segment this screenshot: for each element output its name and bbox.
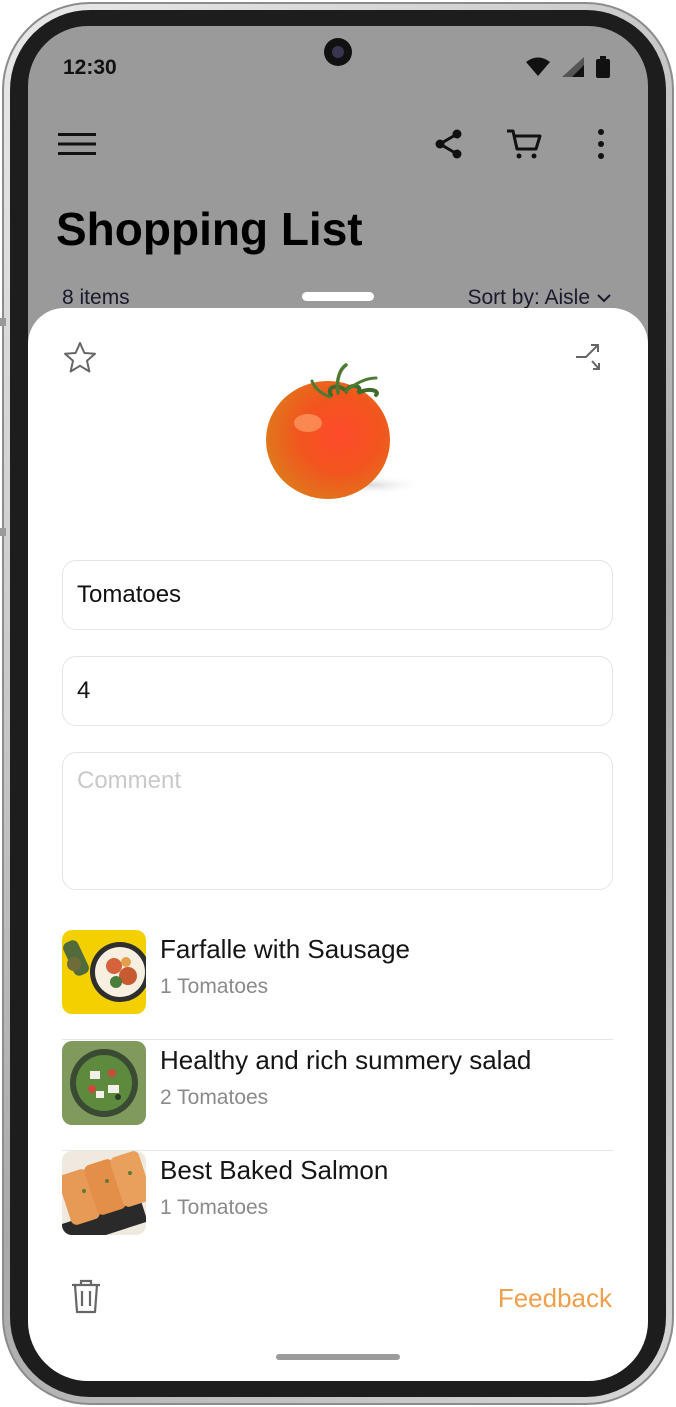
- recipe-list-item[interactable]: Best Baked Salmon 1 Tomatoes: [62, 1151, 613, 1261]
- sort-dropdown[interactable]: Sort by: Aisle: [467, 286, 612, 310]
- recipe-subtitle: 2 Tomatoes: [160, 1086, 269, 1109]
- move-item-icon[interactable]: [574, 340, 614, 380]
- sort-label: Sort by: Aisle: [467, 286, 590, 309]
- recipe-text: Best Baked Salmon 1 Tomatoes: [160, 1151, 388, 1220]
- recipe-subtitle: 1 Tomatoes: [160, 975, 269, 998]
- battery-icon: [596, 56, 610, 78]
- recipe-text: Farfalle with Sausage 1 Tomatoes: [160, 930, 410, 999]
- recipe-text: Healthy and rich summery salad 2 Tomatoe…: [160, 1041, 531, 1110]
- sheet-drag-handle[interactable]: [302, 292, 374, 301]
- screen: 12:30 Shopping List 8 items Sort by: Ais…: [28, 26, 648, 1381]
- recipe-title: Healthy and rich summery salad: [160, 1045, 532, 1075]
- tomato-image: [266, 353, 436, 503]
- share-icon[interactable]: [429, 124, 469, 164]
- item-count: 8 items: [62, 286, 130, 309]
- page-title: Shopping List: [56, 203, 363, 255]
- favorite-star-icon[interactable]: [62, 340, 102, 380]
- recipe-list-item[interactable]: Farfalle with Sausage 1 Tomatoes: [62, 930, 613, 1040]
- wifi-icon: [526, 57, 550, 76]
- feedback-link[interactable]: Feedback: [498, 1283, 612, 1314]
- cart-icon[interactable]: [504, 124, 544, 164]
- recipe-thumbnail: [62, 1041, 146, 1125]
- recipe-title: Best Baked Salmon: [160, 1155, 389, 1185]
- quantity-field[interactable]: [62, 656, 613, 726]
- side-button: [0, 318, 6, 326]
- recipe-thumbnail: [62, 930, 146, 1014]
- chevron-down-icon: [597, 294, 611, 303]
- front-camera: [324, 38, 352, 66]
- signal-icon: [562, 57, 584, 77]
- trash-icon[interactable]: [70, 1278, 106, 1318]
- status-time: 12:30: [63, 56, 117, 79]
- hamburger-menu-icon[interactable]: [57, 124, 97, 164]
- status-icons: [526, 56, 610, 78]
- item-name-field[interactable]: [62, 560, 613, 630]
- side-button: [0, 528, 6, 536]
- recipe-title: Farfalle with Sausage: [160, 934, 411, 964]
- more-vert-icon[interactable]: [581, 124, 621, 164]
- recipe-list-item[interactable]: Healthy and rich summery salad 2 Tomatoe…: [62, 1041, 613, 1151]
- comment-field[interactable]: [62, 752, 613, 890]
- home-indicator[interactable]: [276, 1354, 400, 1360]
- item-detail-sheet: Farfalle with Sausage 1 Tomatoes: [28, 308, 648, 1381]
- recipe-thumbnail: [62, 1151, 146, 1235]
- recipe-subtitle: 1 Tomatoes: [160, 1196, 269, 1219]
